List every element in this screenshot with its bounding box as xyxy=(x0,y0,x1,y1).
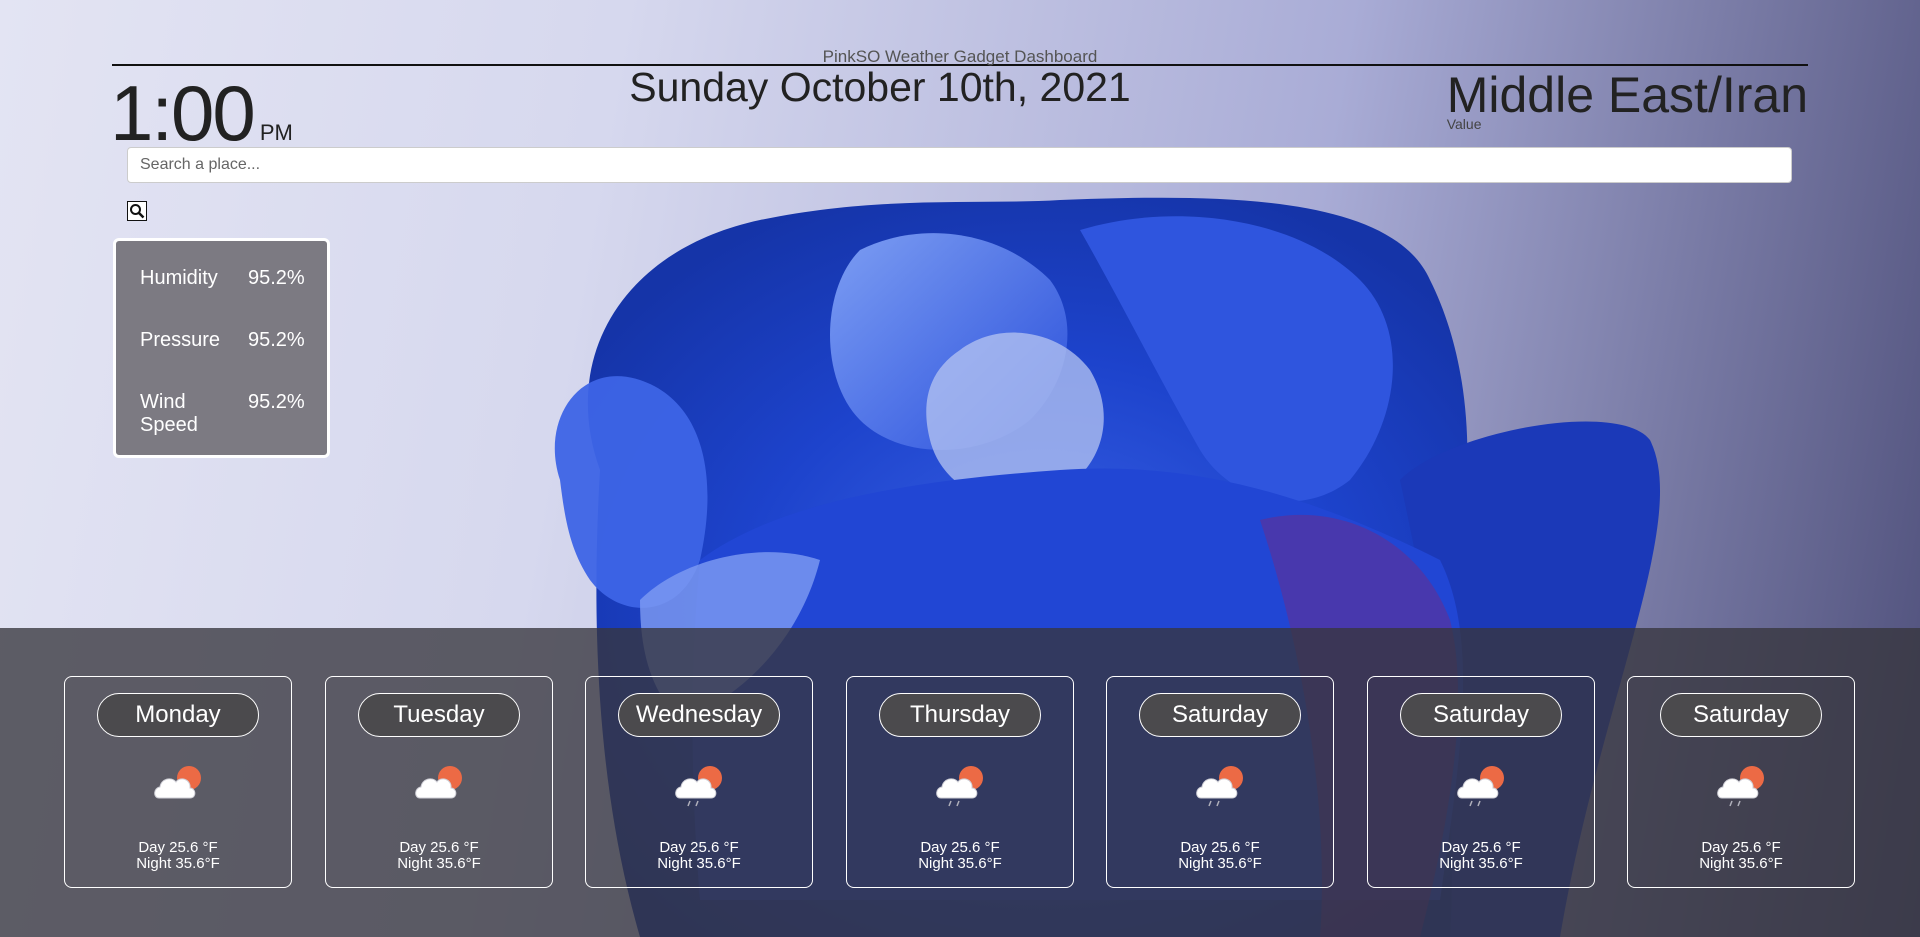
forecast-day-label: Saturday xyxy=(1139,693,1301,737)
stat-humidity: Humidity 95.2% xyxy=(116,267,327,329)
day-temp: Day 25.6 °F xyxy=(659,839,739,856)
day-temp: Day 25.6 °F xyxy=(399,839,479,856)
night-temp: Night 35.6°F xyxy=(657,855,741,872)
forecast-panel: Monday Day 25.6 °F Night 35.6°F Tuesday … xyxy=(0,628,1920,937)
forecast-card[interactable]: Saturday Day 25.6 °F Night 35.6°F xyxy=(1627,676,1855,888)
night-temp: Night 35.6°F xyxy=(1439,855,1523,872)
stat-label: Wind Speed xyxy=(140,391,198,436)
forecast-temps: Day 25.6 °F Night 35.6°F xyxy=(326,840,552,872)
day-temp: Day 25.6 °F xyxy=(920,839,1000,856)
forecast-card[interactable]: Saturday Day 25.6 °F Night 35.6°F xyxy=(1367,676,1595,888)
cloud-sun-rain-icon xyxy=(1717,766,1764,807)
forecast-day-label: Wednesday xyxy=(618,693,780,737)
stat-label: Pressure xyxy=(140,329,221,351)
stat-value: 95.2% xyxy=(248,329,305,351)
forecast-temps: Day 25.6 °F Night 35.6°F xyxy=(1628,840,1854,872)
stat-label: Humidity xyxy=(140,267,218,289)
night-temp: Night 35.6°F xyxy=(1178,855,1262,872)
forecast-temps: Day 25.6 °F Night 35.6°F xyxy=(847,840,1073,872)
stat-value: 95.2% xyxy=(248,391,305,413)
day-temp: Day 25.6 °F xyxy=(138,839,218,856)
stat-pressure: Pressure 95.2% xyxy=(116,329,327,391)
day-temp: Day 25.6 °F xyxy=(1441,839,1521,856)
cloud-sun-rain-icon xyxy=(1457,766,1504,807)
forecast-card[interactable]: Thursday Day 25.6 °F Night 35.6°F xyxy=(846,676,1074,888)
timezone-name: Middle East/Iran xyxy=(1446,67,1808,123)
forecast-temps: Day 25.6 °F Night 35.6°F xyxy=(65,840,291,872)
night-temp: Night 35.6°F xyxy=(136,855,220,872)
weather-stats-card: Humidity 95.2% Pressure 95.2% Wind Speed… xyxy=(113,238,330,458)
clock-ampm: PM xyxy=(259,120,293,145)
forecast-temps: Day 25.6 °F Night 35.6°F xyxy=(1107,840,1333,872)
forecast-temps: Day 25.6 °F Night 35.6°F xyxy=(586,840,812,872)
cloud-sun-icon xyxy=(154,766,201,799)
stat-value: 95.2% xyxy=(248,267,305,289)
forecast-day-label: Tuesday xyxy=(358,693,520,737)
search-button[interactable] xyxy=(127,201,147,221)
forecast-card[interactable]: Monday Day 25.6 °F Night 35.6°F xyxy=(64,676,292,888)
search-icon xyxy=(130,204,145,219)
forecast-day-label: Thursday xyxy=(879,693,1041,737)
day-temp: Day 25.6 °F xyxy=(1701,839,1781,856)
night-temp: Night 35.6°F xyxy=(1699,855,1783,872)
forecast-day-label: Monday xyxy=(97,693,259,737)
forecast-day-label: Saturday xyxy=(1660,693,1822,737)
cloud-sun-rain-icon xyxy=(675,766,722,807)
day-temp: Day 25.6 °F xyxy=(1180,839,1260,856)
search-input[interactable] xyxy=(127,147,1792,183)
forecast-card[interactable]: Saturday Day 25.6 °F Night 35.6°F xyxy=(1106,676,1334,888)
night-temp: Night 35.6°F xyxy=(918,855,1002,872)
stat-wind-speed: Wind Speed 95.2% xyxy=(116,391,327,453)
cloud-sun-rain-icon xyxy=(936,766,983,807)
cloud-sun-icon xyxy=(415,766,462,799)
night-temp: Night 35.6°F xyxy=(397,855,481,872)
forecast-card[interactable]: Tuesday Day 25.6 °F Night 35.6°F xyxy=(325,676,553,888)
cloud-sun-rain-icon xyxy=(1196,766,1243,807)
forecast-temps: Day 25.6 °F Night 35.6°F xyxy=(1368,840,1594,872)
forecast-card[interactable]: Wednesday Day 25.6 °F Night 35.6°F xyxy=(585,676,813,888)
forecast-day-label: Saturday xyxy=(1400,693,1562,737)
timezone-block: Middle East/Iran Value xyxy=(1447,66,1808,132)
